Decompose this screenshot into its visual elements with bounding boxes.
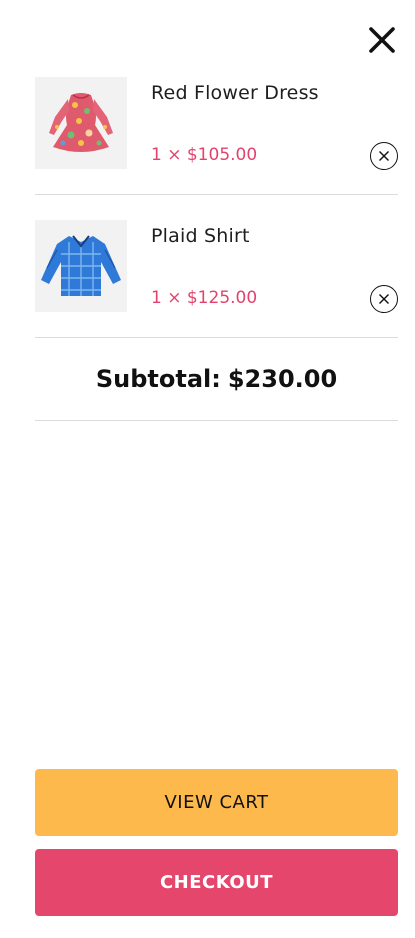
item-price: 1 × $125.00 xyxy=(151,288,258,308)
subtotal-label: Subtotal: xyxy=(95,365,221,393)
view-cart-button[interactable]: VIEW CART xyxy=(35,769,398,836)
cart-item: Red Flower Dress 1 × $105.00 xyxy=(35,77,398,195)
remove-item-button[interactable] xyxy=(370,285,398,313)
subtotal-value: $230.00 xyxy=(227,365,338,393)
red-floral-dress-image[interactable] xyxy=(35,77,127,169)
close-icon xyxy=(379,294,389,304)
subtotal: Subtotal: $230.00 xyxy=(35,338,398,421)
close-icon xyxy=(379,151,389,161)
remove-item-button[interactable] xyxy=(370,142,398,170)
item-name[interactable]: Plaid Shirt xyxy=(151,225,250,247)
close-icon[interactable] xyxy=(366,24,398,56)
checkout-button[interactable]: CHECKOUT xyxy=(35,849,398,916)
item-name[interactable]: Red Flower Dress xyxy=(151,82,319,104)
cart-item: Plaid Shirt 1 × $125.00 xyxy=(35,220,398,338)
blue-plaid-shirt-image[interactable] xyxy=(35,220,127,312)
item-price: 1 × $105.00 xyxy=(151,145,258,165)
